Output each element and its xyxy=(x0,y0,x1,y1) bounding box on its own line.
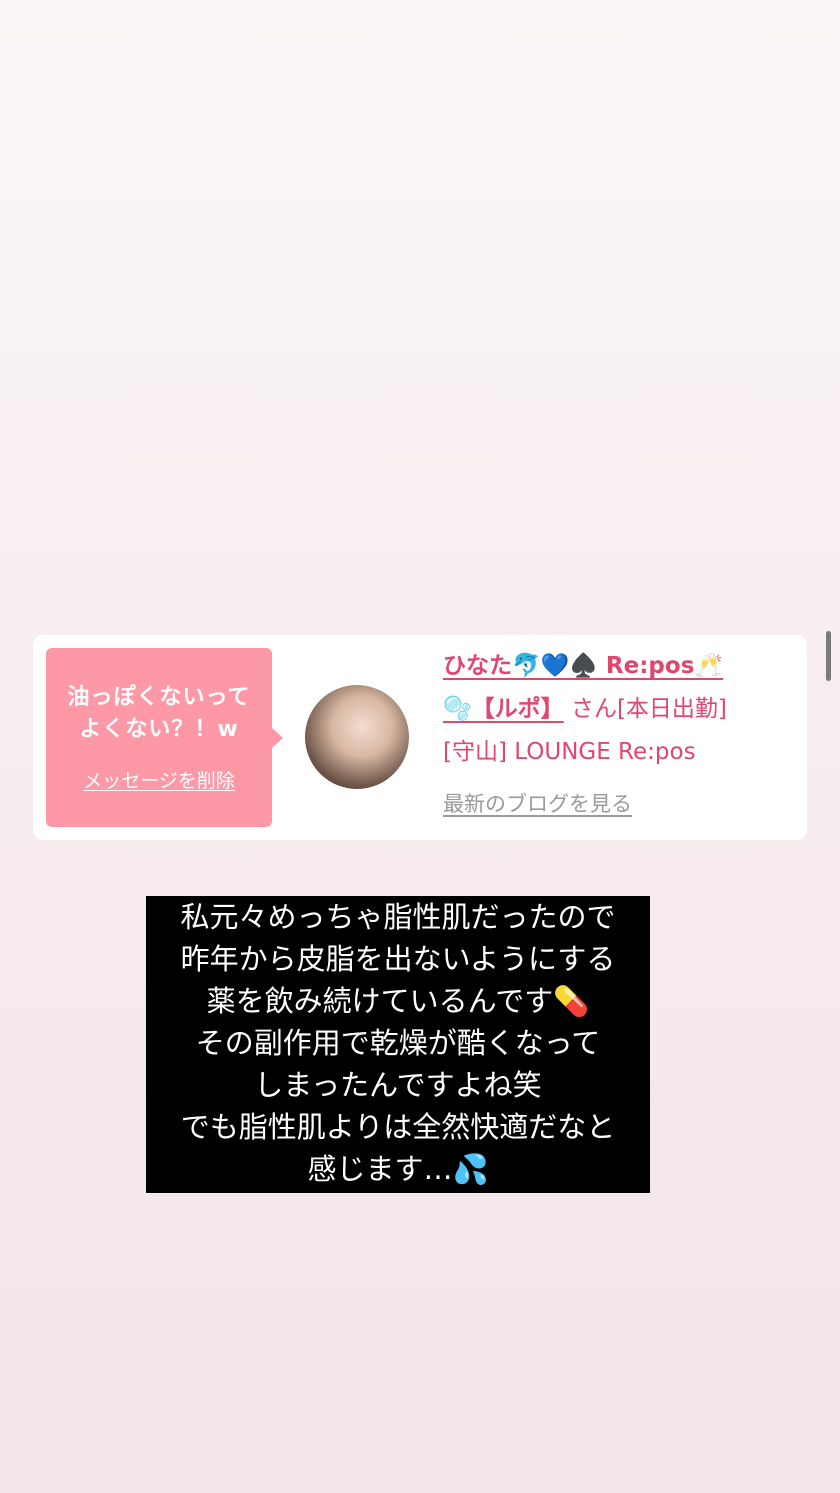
latest-blog-link[interactable]: 最新のブログを見る xyxy=(443,788,632,818)
user-name-line: ひなた🐬💙♠️ Re:pos🥂 xyxy=(443,645,793,688)
caption-line: 感じます…💦 xyxy=(307,1152,489,1186)
caption-line: 私元々めっちゃ脂性肌だったので xyxy=(180,900,616,934)
message-line: よくない？！w xyxy=(79,717,239,742)
message-line: 油っぽくないって xyxy=(67,685,251,710)
user-name-link-cont[interactable]: 🫧【ルポ】 xyxy=(443,696,564,722)
user-name-line-2: 🫧【ルポ】 さん[本日出勤] xyxy=(443,688,793,731)
shop-name: [守山] LOUNGE Re:pos xyxy=(443,739,696,765)
user-name-link[interactable]: ひなた🐬💙♠️ Re:pos🥂 xyxy=(443,653,723,679)
honorific-text: さん[本日出勤] xyxy=(570,696,727,722)
delete-message-link[interactable]: メッセージを削除 xyxy=(83,766,235,793)
user-info: ひなた🐬💙♠️ Re:pos🥂 🫧【ルポ】 さん[本日出勤] [守山] LOUN… xyxy=(443,645,793,818)
caption-line: 昨年から皮脂を出ないようにする xyxy=(180,942,616,976)
message-bubble: 油っぽくないって よくない？！w メッセージを削除 xyxy=(46,648,283,827)
caption-line: 薬を飲み続けているんです💊 xyxy=(206,984,590,1018)
caption-line: しまったんですよね笑 xyxy=(254,1068,542,1102)
avatar[interactable] xyxy=(305,685,409,789)
story-caption: 私元々めっちゃ脂性肌だったので 昨年から皮脂を出ないようにする 薬を飲み続けてい… xyxy=(146,896,650,1193)
scrollbar[interactable] xyxy=(826,631,831,681)
caption-line: でも脂性肌よりは全然快適だなと xyxy=(180,1110,616,1144)
message-text: 油っぽくないって よくない？！w xyxy=(46,682,272,746)
reply-card: 油っぽくないって よくない？！w メッセージを削除 ひなた🐬💙♠️ Re:pos… xyxy=(33,635,807,840)
caption-line: その副作用で乾燥が酷くなって xyxy=(195,1026,601,1060)
